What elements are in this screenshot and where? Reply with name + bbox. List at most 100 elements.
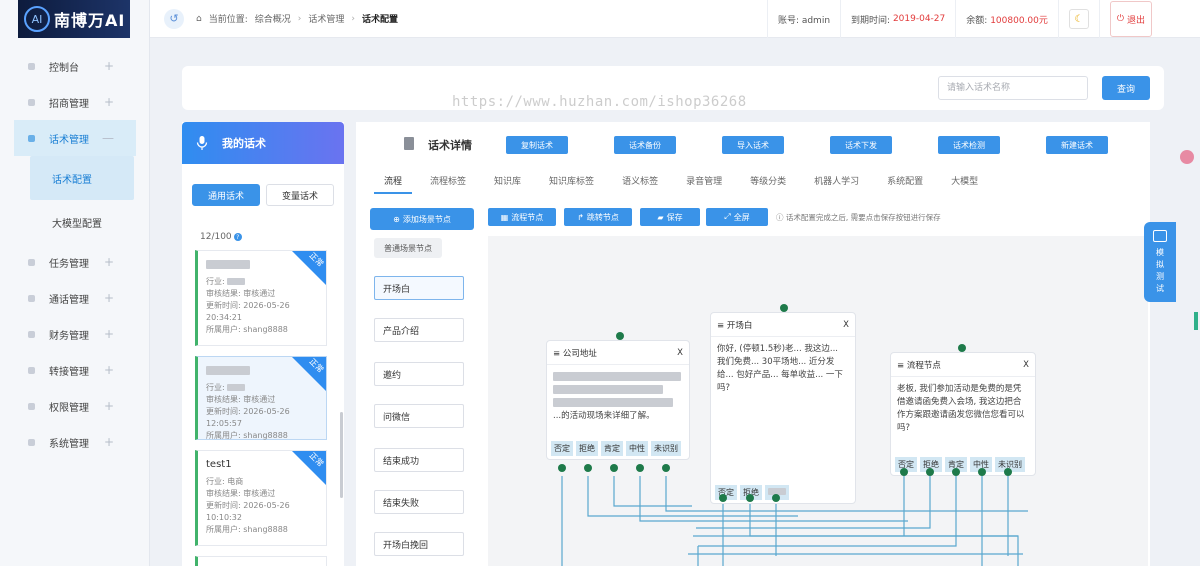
tab-llm[interactable]: 大模型 (951, 174, 978, 194)
option-neutral[interactable]: 中性 (626, 441, 648, 456)
simulate-test-button[interactable]: 模 拟 测 试 (1144, 222, 1176, 302)
sidebar-item-merchants[interactable]: 招商管理 + (0, 84, 150, 120)
scene-node-end-fail[interactable]: 结束失败 (374, 490, 464, 514)
option-reject[interactable]: 拒绝 (576, 441, 598, 456)
sidebar-item-dashboard[interactable]: 控制台 + (0, 48, 150, 84)
tab-robot-learning[interactable]: 机器人学习 (814, 174, 859, 194)
flow-port-dot[interactable] (662, 464, 670, 472)
plus-circle-icon: ⊕ (393, 214, 400, 224)
flow-port-dot[interactable] (719, 494, 727, 502)
import-script-button[interactable]: 导入话术 (722, 136, 784, 154)
flow-port-dot[interactable] (584, 464, 592, 472)
sidebar-item-transfer[interactable]: 转接管理 + (0, 352, 150, 388)
tab-grades[interactable]: 等级分类 (750, 174, 786, 194)
tab-flow[interactable]: 流程 (374, 174, 413, 194)
flow-node-button[interactable]: ▦ 流程节点 (488, 208, 556, 226)
script-card[interactable]: 正常 行业: 审核结果: 审核通过 更新时间: 2026-05-26 12:05… (195, 356, 327, 440)
flow-port-dot[interactable] (610, 464, 618, 472)
tab-semantic-tags[interactable]: 语义标签 (622, 174, 658, 194)
tab-knowledge[interactable]: 知识库 (494, 174, 521, 194)
backup-script-button[interactable]: 话术备份 (614, 136, 676, 154)
new-script-button[interactable]: 新建话术 (1046, 136, 1108, 154)
scene-node-opening[interactable]: 开场白 (374, 276, 464, 300)
breadcrumb-prefix: 当前位置: (208, 15, 248, 25)
expand-icon: + (103, 435, 114, 449)
flow-port-dot[interactable] (952, 468, 960, 476)
flow-port-dot[interactable] (616, 332, 624, 340)
option-unrecognized[interactable]: 未识别 (651, 441, 681, 456)
breadcrumb-separator-icon: › (351, 13, 356, 24)
flow-port-dot[interactable] (926, 468, 934, 476)
card-list-scrollbar[interactable] (340, 412, 343, 498)
breadcrumb-overview[interactable]: 综合概况 (255, 12, 291, 25)
save-button[interactable]: ▰ 保存 (640, 208, 700, 226)
script-card[interactable] (195, 556, 327, 566)
tab-system-config[interactable]: 系统配置 (887, 174, 923, 194)
check-script-button[interactable]: 话术检测 (938, 136, 1000, 154)
moon-icon[interactable]: ☾ (1068, 9, 1089, 29)
add-scene-node-button[interactable]: ⊕ 添加场景节点 (370, 208, 474, 230)
flow-node-opening[interactable]: ≡ 开场白 X 你好, (停顿1.5秒)老... 我这边... 我们免费... 3… (710, 312, 856, 504)
jump-node-button[interactable]: ↱ 跳转节点 (564, 208, 632, 226)
script-card[interactable]: 正常 行业: 审核结果: 审核通过 更新时间: 2026-05-26 20:34… (195, 250, 327, 346)
side-scroll-indicator[interactable] (1194, 312, 1198, 330)
flow-canvas[interactable]: ≡ 公司地址 X ...的活动现场来详细了解。 否定 拒绝 肯定 中性 未识别 ≡ 开场白… (488, 236, 1148, 566)
flow-port-dot[interactable] (958, 344, 966, 352)
script-card[interactable]: 正常 test1 行业: 电商 审核结果: 审核通过 更新时间: 2026-05… (195, 450, 327, 546)
option-affirm[interactable]: 肯定 (601, 441, 623, 456)
fullscreen-button[interactable]: ⤢ 全屏 (706, 208, 768, 226)
sidebar-item-label: 控制台 (49, 62, 79, 74)
tab-flow-tags[interactable]: 流程标签 (430, 174, 466, 194)
script-card-user: 所属用户: shang8888 (206, 325, 288, 334)
tab-general-scripts[interactable]: 通用话术 (192, 184, 260, 206)
top-header: ↺ ⌂ 当前位置: 综合概况 › 话术管理 › 话术配置 账号: admin 到… (150, 0, 1200, 38)
sidebar-item-finance[interactable]: 财务管理 + (0, 316, 150, 352)
sidebar-subitem-script-config[interactable]: 话术配置 (30, 156, 134, 200)
tab-recordings[interactable]: 录音管理 (686, 174, 722, 194)
quota-value: 12/100 (200, 232, 232, 242)
copy-script-button[interactable]: 复制话术 (506, 136, 568, 154)
transfer-icon (28, 366, 35, 374)
sidebar-item-calls[interactable]: 通话管理 + (0, 280, 150, 316)
search-button[interactable]: 查询 (1102, 76, 1150, 100)
sidebar-item-system[interactable]: 系统管理 + (0, 424, 150, 460)
scene-node-wechat[interactable]: 问微信 (374, 404, 464, 428)
sidebar-item-tasks[interactable]: 任务管理 + (0, 244, 150, 280)
close-icon[interactable]: X (677, 348, 683, 358)
help-icon[interactable]: ? (233, 233, 242, 241)
flow-port-dot[interactable] (978, 468, 986, 476)
power-icon: ⏻ (1116, 14, 1124, 24)
flow-port-dot[interactable] (900, 468, 908, 476)
flow-port-dot[interactable] (746, 494, 754, 502)
scene-node-opening-recover[interactable]: 开场白挽回 (374, 532, 464, 556)
option-negative[interactable]: 否定 (551, 441, 573, 456)
redacted-industry (227, 384, 246, 391)
script-search-input[interactable] (938, 76, 1088, 100)
expand-icon: + (103, 363, 114, 377)
close-icon[interactable]: X (843, 320, 849, 330)
close-icon[interactable]: X (1023, 360, 1029, 370)
tab-variable-scripts[interactable]: 变量话术 (266, 184, 334, 206)
sidebar: AI 南博万AI 控制台 + 招商管理 + 话术管理 — 话术配置 大模型配置 任务管… (0, 0, 150, 566)
flow-port-dot[interactable] (636, 464, 644, 472)
sidebar-item-scripts[interactable]: 话术管理 — (14, 120, 136, 156)
assistant-avatar-icon[interactable] (1180, 150, 1194, 164)
flow-port-dot[interactable] (1004, 468, 1012, 476)
flow-node-company-address[interactable]: ≡ 公司地址 X ...的活动现场来详细了解。 否定 拒绝 肯定 中性 未识别 (546, 340, 690, 460)
flow-node-process[interactable]: ≡ 流程节点 X 老板, 我们参加活动是免费的是凭借邀请函免费入会场, 我这边把合… (890, 352, 1036, 476)
scene-node-invite[interactable]: 邀约 (374, 362, 464, 386)
breadcrumb-scripts[interactable]: 话术管理 (308, 12, 344, 25)
tab-knowledge-tags[interactable]: 知识库标签 (549, 174, 594, 194)
scene-node-product[interactable]: 产品介绍 (374, 318, 464, 342)
sidebar-item-permissions[interactable]: 权限管理 + (0, 388, 150, 424)
back-icon[interactable]: ↺ (164, 8, 184, 29)
sidebar-subitem-llm-config[interactable]: 大模型配置 (0, 200, 150, 244)
logout-button[interactable]: ⏻ 退出 (1109, 1, 1152, 37)
brand-logo[interactable]: AI 南博万AI (18, 0, 130, 38)
flow-port-dot[interactable] (780, 304, 788, 312)
distribute-script-button[interactable]: 话术下发 (830, 136, 892, 154)
flow-port-dot[interactable] (772, 494, 780, 502)
flow-port-dot[interactable] (558, 464, 566, 472)
my-scripts-title: 我的话术 (222, 137, 266, 150)
scene-node-end-success[interactable]: 结束成功 (374, 448, 464, 472)
